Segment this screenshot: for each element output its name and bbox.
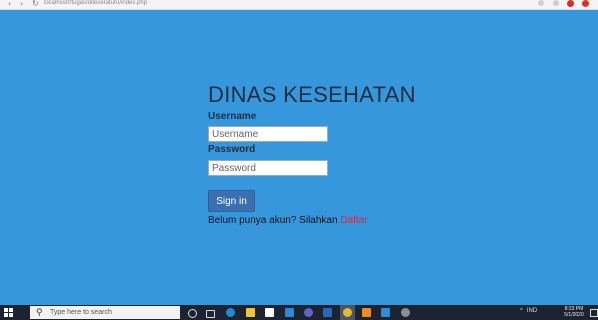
signup-prompt-text: Belum punya akun? Silahkan bbox=[208, 215, 341, 226]
file-explorer-icon[interactable] bbox=[246, 308, 255, 317]
mail-icon[interactable] bbox=[285, 308, 294, 317]
address-bar[interactable]: localhost/rtugas/diteseraturu/index.php bbox=[44, 0, 254, 6]
signup-link[interactable]: Daftar bbox=[340, 215, 367, 226]
extension-icon[interactable] bbox=[538, 0, 544, 6]
username-input[interactable] bbox=[208, 126, 328, 142]
taskbar-search-box[interactable]: ⚲ Type here to search bbox=[30, 306, 180, 319]
page-title: DINAS KESEHATAN bbox=[208, 82, 416, 107]
clock-date: 5/1/2020 bbox=[564, 312, 584, 318]
search-icon: ⚲ bbox=[36, 307, 43, 317]
windows-start-icon[interactable] bbox=[4, 308, 13, 317]
signup-prompt: Belum punya akun? Silahkan Daftar bbox=[208, 215, 368, 226]
password-input[interactable] bbox=[208, 160, 328, 176]
system-tray[interactable]: ^ IND bbox=[520, 308, 541, 314]
forward-arrow-icon[interactable]: › bbox=[20, 0, 23, 8]
username-label: Username bbox=[208, 111, 257, 122]
task-view-icon[interactable] bbox=[206, 310, 215, 318]
password-label: Password bbox=[208, 144, 256, 155]
word-icon[interactable] bbox=[323, 308, 332, 317]
taskbar-search-placeholder: Type here to search bbox=[50, 309, 112, 316]
reload-icon[interactable]: ↻ bbox=[32, 0, 39, 8]
vscode-icon[interactable] bbox=[381, 308, 390, 317]
edge-icon[interactable] bbox=[226, 308, 235, 317]
sign-in-button[interactable]: Sign in bbox=[208, 190, 255, 212]
app-icon[interactable] bbox=[401, 308, 410, 317]
back-arrow-icon[interactable]: ‹ bbox=[8, 0, 11, 8]
lang-indicator[interactable]: IND bbox=[527, 308, 537, 314]
extension-red-icon[interactable] bbox=[567, 0, 574, 7]
browser-toolbar: ‹ › ↻ localhost/rtugas/diteseraturu/inde… bbox=[0, 0, 598, 10]
profile-avatar-icon[interactable] bbox=[582, 0, 589, 7]
taskbar-clock[interactable]: 8:23 PM 5/1/2020 bbox=[560, 306, 588, 318]
chrome-icon[interactable] bbox=[340, 305, 355, 320]
store-icon[interactable] bbox=[265, 308, 274, 317]
notification-icon[interactable] bbox=[590, 309, 598, 317]
windows-taskbar: ⚲ Type here to search ^ IND 8:23 PM 5/1/2… bbox=[0, 305, 598, 320]
chevron-up-icon[interactable]: ^ bbox=[520, 308, 523, 314]
teams-icon[interactable] bbox=[304, 308, 313, 317]
bookmark-star-icon[interactable] bbox=[553, 0, 559, 6]
cortana-icon[interactable] bbox=[188, 309, 197, 318]
xampp-icon[interactable] bbox=[362, 308, 371, 317]
